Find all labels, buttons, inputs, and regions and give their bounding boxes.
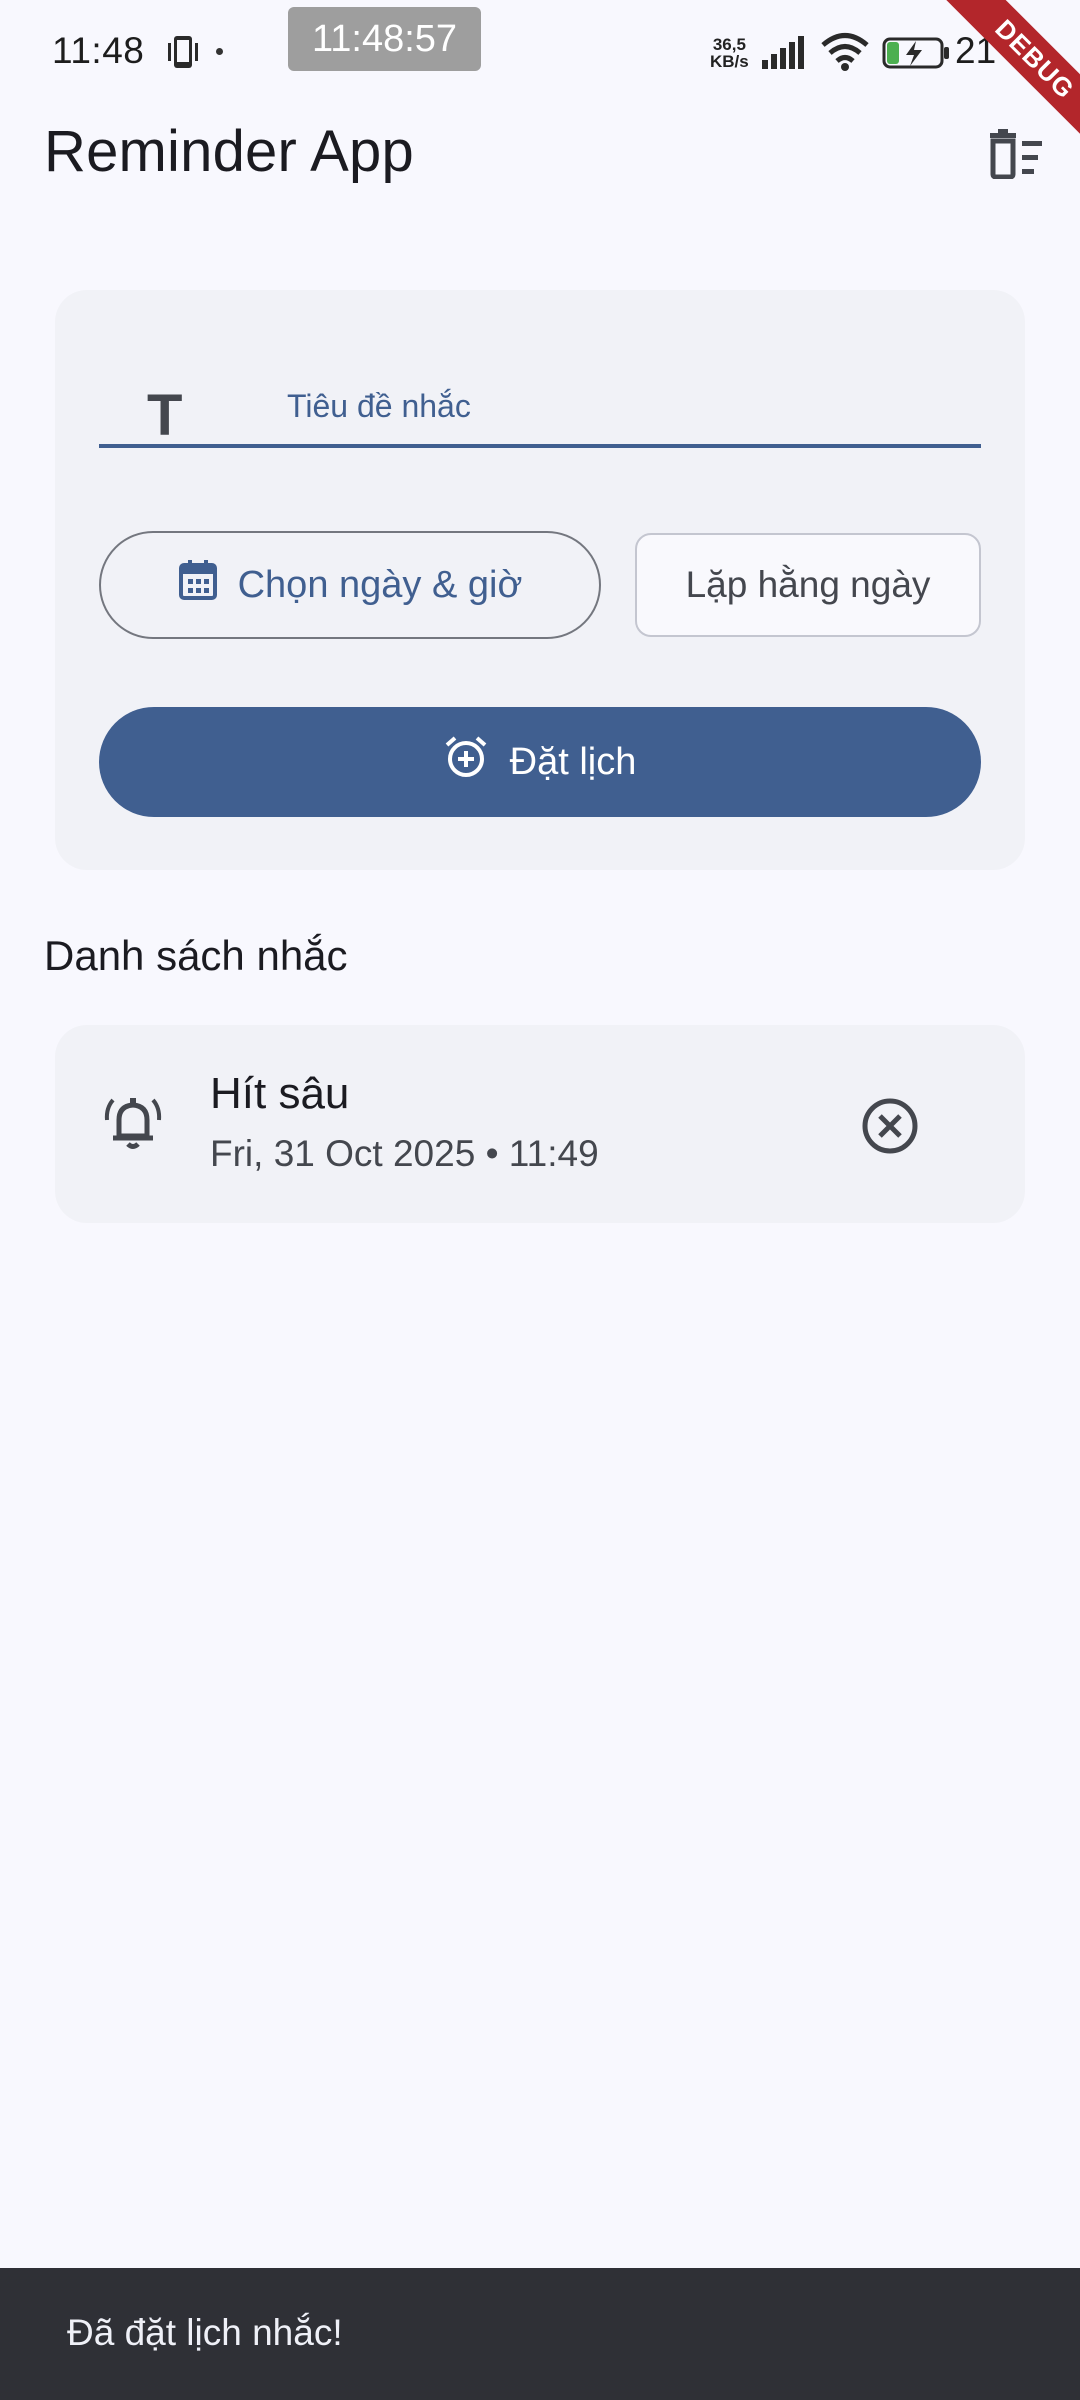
vibrate-icon: [166, 34, 202, 75]
snackbar-message: Đã đặt lịch nhắc!: [67, 2312, 343, 2353]
calendar-icon: [178, 559, 218, 611]
repeat-daily-chip[interactable]: Lặp hằng ngày: [635, 533, 981, 637]
wifi-icon: [820, 32, 870, 77]
network-speed: 36,5 KB/s: [710, 36, 749, 70]
title-icon: T: [147, 383, 183, 448]
notification-dot: [216, 48, 223, 55]
battery-charging-icon: [882, 36, 952, 75]
schedule-label: Đặt lịch: [509, 740, 637, 783]
reminder-form-card: T Tiêu đề nhắc Chọn ngày & giờ Lặp hằng …: [55, 290, 1025, 870]
schedule-button[interactable]: Đặt lịch: [99, 707, 981, 817]
title-field[interactable]: T Tiêu đề nhắc: [99, 326, 981, 476]
bell-ring-icon: [103, 1092, 163, 1159]
delete-all-button[interactable]: [976, 124, 1056, 188]
title-field-label: Tiêu đề nhắc: [287, 388, 471, 424]
repeat-daily-label: Lặp hằng ngày: [685, 564, 931, 605]
reminder-list-heading: Danh sách nhắc: [44, 932, 348, 979]
reminder-datetime: Fri, 31 Oct 2025 • 11:49: [210, 1133, 599, 1174]
network-speed-value: 36,5: [712, 35, 746, 54]
app-title: Reminder App: [44, 119, 414, 184]
snackbar: Đã đặt lịch nhắc!: [0, 2268, 1080, 2400]
delete-sweep-icon: [986, 128, 1046, 184]
screen: 11:48 11:48:57 36,5 KB/s 21 DEBUG Remind…: [0, 0, 1080, 2400]
pick-datetime-label: Chọn ngày & giờ: [237, 563, 523, 606]
signal-icon: [760, 36, 810, 75]
title-input[interactable]: [287, 426, 977, 476]
remove-reminder-button[interactable]: [855, 1093, 925, 1163]
status-time: 11:48: [52, 30, 145, 71]
screen-record-timer: 11:48:57: [288, 7, 481, 71]
reminder-list-item[interactable]: Hít sâu Fri, 31 Oct 2025 • 11:49: [55, 1025, 1025, 1223]
alarm-add-icon: [444, 735, 488, 789]
pick-datetime-button[interactable]: Chọn ngày & giờ: [99, 531, 601, 639]
reminder-title: Hít sâu: [210, 1069, 350, 1118]
network-speed-unit: KB/s: [710, 52, 749, 71]
status-bar: 11:48 11:48:57 36,5 KB/s 21 DEBUG: [0, 0, 1080, 166]
cancel-circle-icon: [860, 1096, 920, 1161]
